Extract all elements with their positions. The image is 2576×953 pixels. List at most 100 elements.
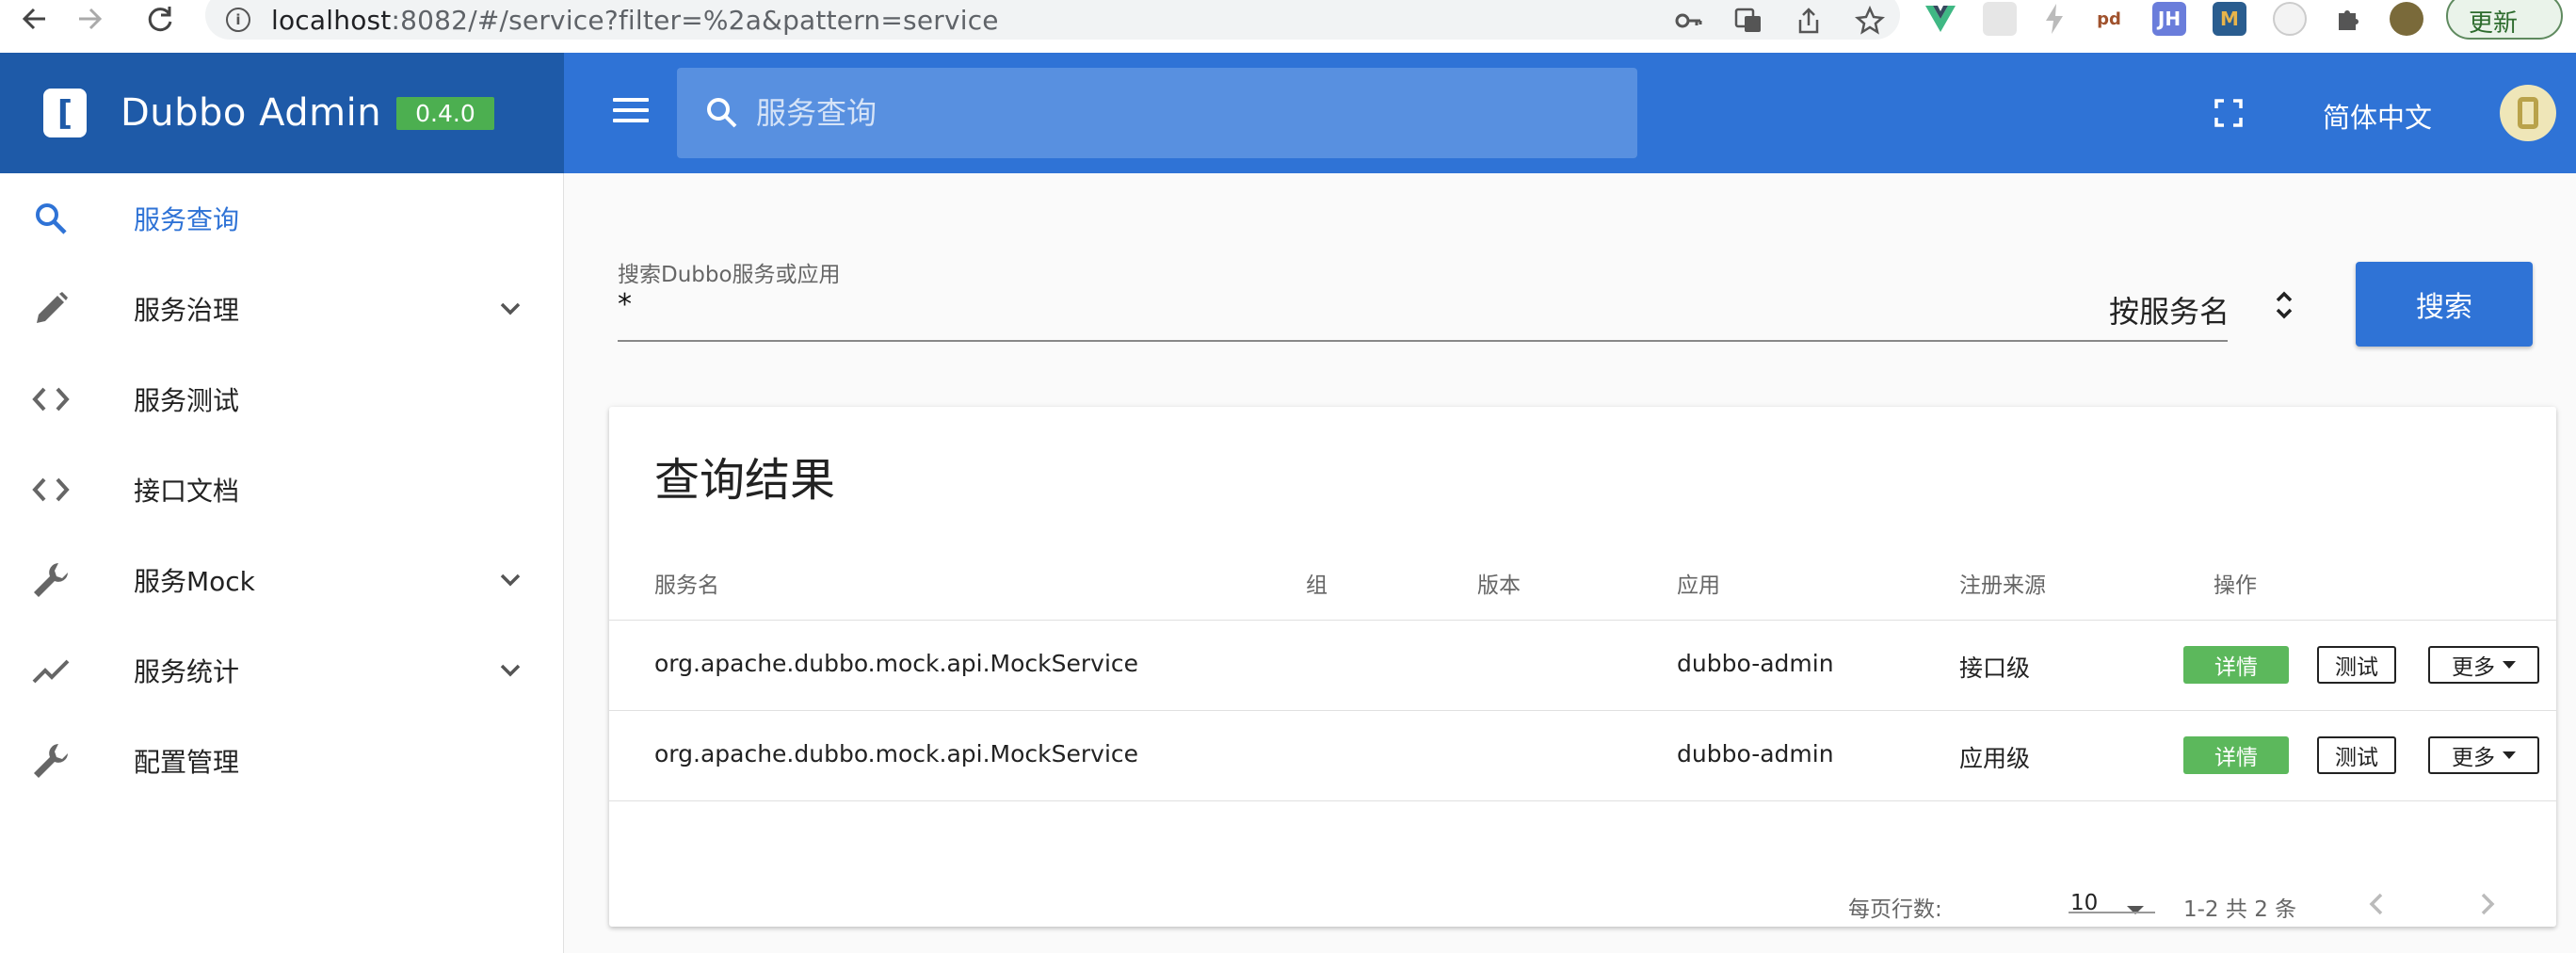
sidebar-item-label: 配置管理 — [134, 747, 240, 778]
column-header-group[interactable]: 组 — [1306, 567, 1328, 599]
more-label: 更多 — [2452, 655, 2495, 680]
sidebar-item-label: 服务统计 — [134, 656, 240, 687]
top-app-bar: 简体中文 — [564, 53, 2576, 173]
more-button[interactable]: 更多 — [2428, 736, 2539, 774]
url-text[interactable]: localhost:8082/#/service?filter=%2a&patt… — [271, 5, 999, 36]
m-extension-icon[interactable]: M — [2213, 2, 2246, 36]
chevron-down-icon[interactable] — [497, 657, 523, 684]
rows-per-page-underline — [2069, 912, 2155, 913]
unfold-icon[interactable] — [2271, 283, 2297, 328]
translate-icon[interactable] — [1734, 7, 1763, 35]
rows-per-page-label: 每页行数: — [1848, 897, 1942, 922]
sidebar-item-label: 服务治理 — [134, 295, 240, 326]
sidebar: 服务查询 服务治理 服务测试 接口文档 服务Mock 服务统计 配置管理 — [0, 173, 564, 953]
reload-button[interactable] — [145, 0, 175, 38]
app-title: Dubbo Admin — [121, 91, 382, 135]
results-card: 查询结果 服务名 组 版本 应用 注册来源 操作 org.apache.dubb… — [609, 407, 2556, 927]
column-header-source[interactable]: 注册来源 — [1959, 567, 2046, 599]
language-selector[interactable]: 简体中文 — [2323, 96, 2432, 136]
chevron-down-icon[interactable] — [497, 296, 523, 322]
next-page-icon[interactable] — [2470, 887, 2504, 921]
sidebar-item-service-governance[interactable]: 服务治理 — [0, 264, 563, 354]
search-field-underline — [618, 340, 2228, 342]
search-icon — [30, 198, 72, 239]
sidebar-item-label: 服务Mock — [134, 566, 255, 597]
column-header-actions: 操作 — [2214, 573, 2257, 598]
menu-icon[interactable] — [613, 98, 649, 126]
sidebar-item-label: 接口文档 — [134, 476, 240, 507]
sidebar-item-api-docs[interactable]: 接口文档 — [0, 444, 563, 535]
ext-gray-icon[interactable] — [1983, 2, 2017, 36]
search-button[interactable]: 搜索 — [2356, 262, 2533, 347]
ext-leaf-icon[interactable]: pd — [2092, 2, 2126, 36]
chevron-down-icon[interactable] — [497, 567, 523, 593]
dubbo-logo-icon: [ — [43, 89, 87, 137]
cell-service: org.apache.dubbo.mock.api.MockService — [654, 650, 1139, 677]
cell-service: org.apache.dubbo.mock.api.MockService — [654, 740, 1139, 767]
update-label: 更新 — [2469, 8, 2519, 38]
row-divider — [609, 800, 2556, 801]
back-button[interactable] — [21, 0, 49, 38]
code-icon — [30, 379, 72, 420]
caret-down-icon — [2503, 751, 2516, 759]
bolt-icon[interactable] — [2043, 3, 2066, 35]
results-title: 查询结果 — [654, 454, 836, 507]
test-button[interactable]: 测试 — [2317, 736, 2396, 774]
search-field-value[interactable]: * — [618, 288, 632, 321]
key-icon[interactable] — [1674, 7, 1702, 35]
arrow-right-icon — [79, 8, 103, 30]
cell-source: 接口级 — [1959, 654, 2031, 682]
profile-icon[interactable] — [2390, 2, 2423, 36]
row-divider — [609, 710, 2556, 711]
more-label: 更多 — [2452, 746, 2495, 770]
sidebar-item-config-management[interactable]: 配置管理 — [0, 716, 563, 806]
search-mode-select[interactable]: 按服务名 — [2109, 288, 2230, 331]
header-divider — [609, 620, 2556, 621]
browser-toolbar: i localhost:8082/#/service?filter=%2a&pa… — [0, 0, 2576, 53]
jh-extension-icon[interactable]: JH — [2152, 2, 2186, 36]
code-icon — [30, 469, 72, 510]
fullscreen-icon[interactable] — [2214, 98, 2244, 128]
column-header-service[interactable]: 服务名 — [654, 567, 719, 599]
sidebar-item-service-test[interactable]: 服务测试 — [0, 354, 563, 444]
wrench-icon — [30, 740, 72, 782]
update-button[interactable]: 更新 — [2446, 0, 2563, 40]
prev-page-icon[interactable] — [2360, 887, 2394, 921]
sidebar-item-service-stats[interactable]: 服务统计 — [0, 625, 563, 716]
more-button[interactable]: 更多 — [2428, 646, 2539, 684]
test-button[interactable]: 测试 — [2317, 646, 2396, 684]
reload-icon — [148, 7, 172, 32]
share-icon[interactable] — [1795, 7, 1823, 35]
detail-button[interactable]: 详情 — [2183, 736, 2289, 774]
ext-circle-icon[interactable] — [2273, 2, 2307, 36]
global-search-input[interactable] — [756, 95, 1603, 131]
puzzle-icon[interactable] — [2333, 4, 2363, 34]
pencil-icon — [30, 288, 72, 330]
main-content: 搜索Dubbo服务或应用 * 按服务名 搜索 查询结果 服务名 组 版本 应用 … — [565, 173, 2576, 953]
global-search[interactable] — [677, 68, 1637, 158]
detail-button[interactable]: 详情 — [2183, 646, 2289, 684]
search-icon — [707, 98, 737, 128]
wrench-icon — [30, 559, 72, 601]
star-icon[interactable] — [1855, 6, 1885, 36]
sidebar-item-label: 服务测试 — [134, 385, 240, 416]
sidebar-item-service-mock[interactable]: 服务Mock — [0, 535, 563, 625]
address-bar[interactable]: i localhost:8082/#/service?filter=%2a&pa… — [205, 0, 1900, 40]
arrow-left-icon — [22, 8, 45, 30]
extensions-area: pd JH M — [1924, 0, 2423, 38]
cell-app: dubbo-admin — [1677, 740, 1834, 767]
sidebar-item-service-search[interactable]: 服务查询 — [0, 173, 563, 264]
forward-button[interactable] — [75, 0, 104, 38]
version-badge: 0.4.0 — [396, 96, 494, 130]
pagination-range: 1-2 共 2 条 — [2183, 897, 2297, 922]
column-header-app[interactable]: 应用 — [1677, 567, 1720, 599]
cell-app: dubbo-admin — [1677, 650, 1834, 677]
sidebar-item-label: 服务查询 — [134, 204, 240, 235]
search-field-label: 搜索Dubbo服务或应用 — [618, 263, 841, 287]
trending-up-icon — [30, 650, 72, 691]
site-info-icon[interactable]: i — [226, 8, 250, 32]
avatar[interactable] — [2500, 85, 2556, 141]
vue-icon[interactable] — [1924, 5, 1956, 33]
column-header-version[interactable]: 版本 — [1477, 567, 1521, 599]
caret-down-icon — [2503, 661, 2516, 669]
